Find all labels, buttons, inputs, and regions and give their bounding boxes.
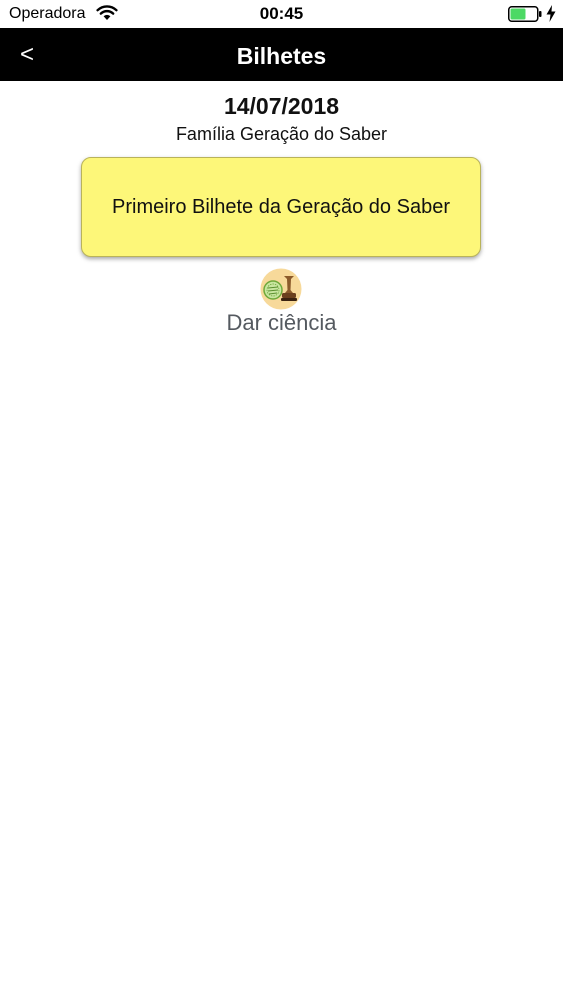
note-date: 14/07/2018 [223, 93, 340, 119]
charging-bolt-icon [546, 5, 556, 22]
nav-bar: < Bilhetes [0, 28, 563, 81]
battery-charging-icon [508, 6, 542, 22]
status-clock: 00:45 [259, 4, 304, 23]
note-sender: Família Geração do Saber [175, 124, 388, 144]
note-message: Primeiro Bilhete da Geração do Saber [112, 195, 450, 218]
note-card[interactable]: Primeiro Bilhete da Geração do Saber [81, 157, 481, 257]
page-title: Bilhetes [236, 43, 327, 69]
stamp-icon[interactable] [260, 268, 302, 310]
acknowledge-button[interactable]: Dar ciência [0, 310, 563, 336]
status-bar: Operadora 00:45 [0, 0, 563, 28]
